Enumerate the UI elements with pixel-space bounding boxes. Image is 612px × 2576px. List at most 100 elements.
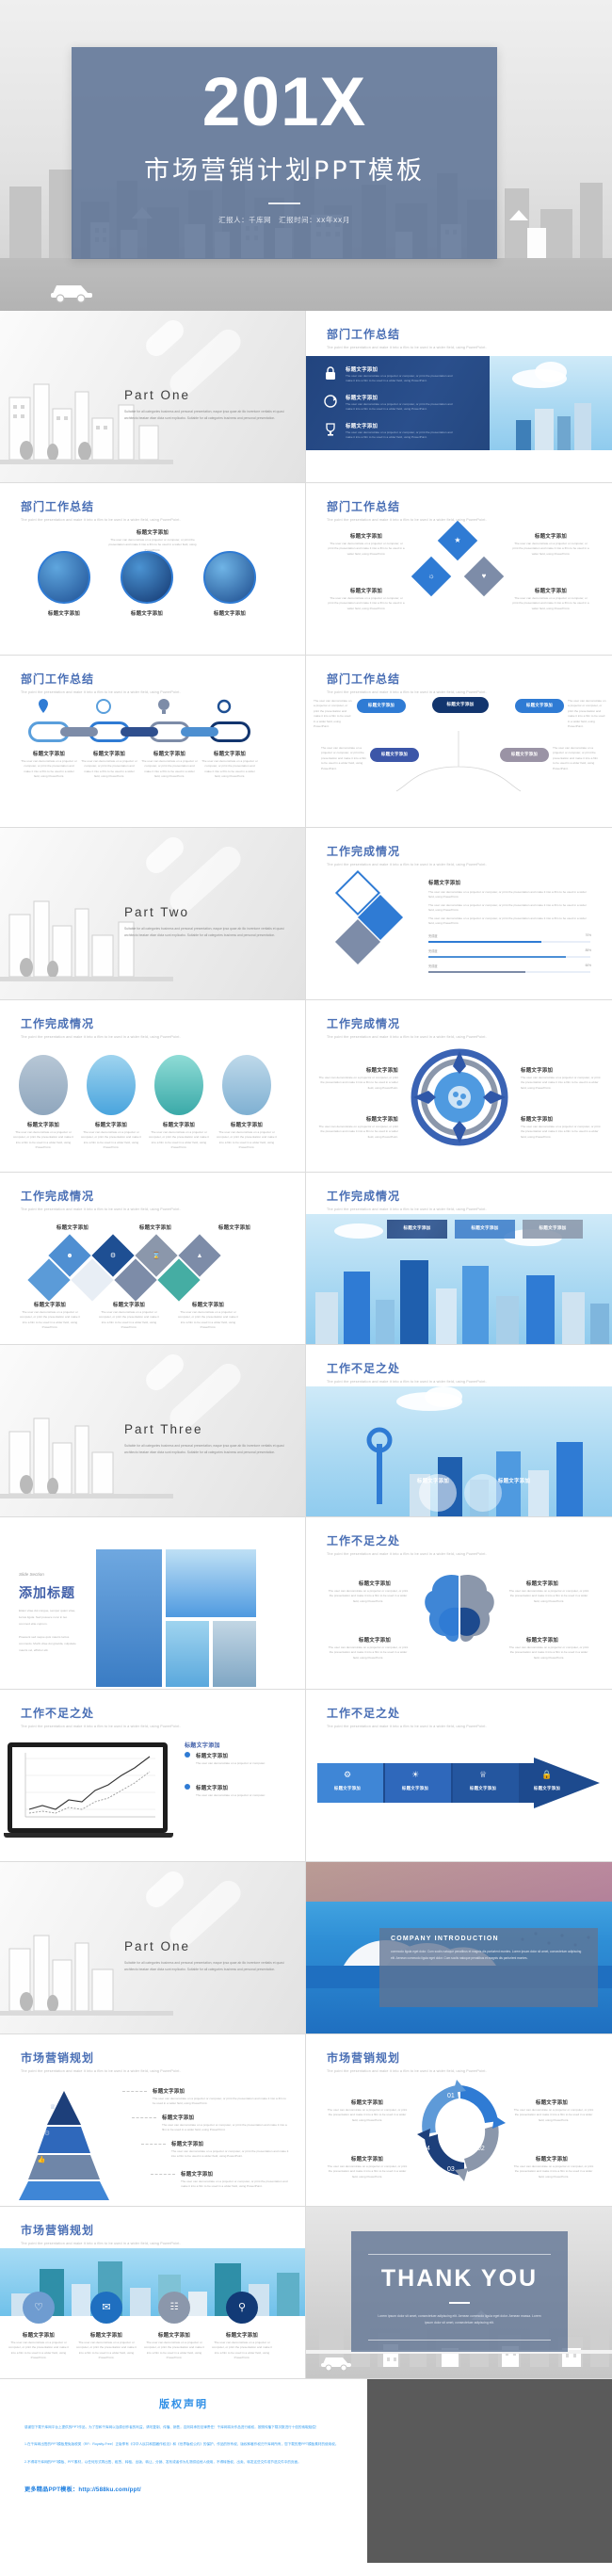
item-body: The user can demonstrate on a projector … (318, 1076, 398, 1090)
item-body: The user can demonstrate on a projector … (327, 2164, 408, 2179)
slide-title: 工作完成情况 (21, 1190, 95, 1203)
item-body: The user can demonstrate on a projector … (328, 596, 405, 610)
arrow-banner (317, 1758, 600, 1808)
cycle-diagram (417, 2080, 506, 2181)
slide-dept-summary-mindmap[interactable]: 部门工作总结 The point the presentation and ma… (306, 656, 612, 828)
item-body: The user can demonstrate on a projector … (162, 2123, 287, 2132)
heart-icon: ♥ (481, 572, 487, 580)
node-body: The user can demonstrate on a projector … (568, 699, 606, 729)
slide-thank-you[interactable]: THANK YOU Lorem ipsum dolor sit amet, co… (306, 2207, 612, 2379)
item-body: The user can demonstrate on a projector … (328, 1645, 409, 1660)
slide-subtitle: The point the presentation and make it i… (327, 1380, 487, 1384)
item-body: The user can demonstrate on a projector … (217, 1130, 277, 1150)
item-title: 标题文字添加 (89, 2333, 123, 2339)
node-label: 标题文字添加 (510, 753, 539, 757)
item-body: The user can demonstrate on a projector … (513, 2108, 594, 2122)
cloud-shape (535, 362, 567, 382)
slide-subtitle: The point the presentation and make it i… (21, 2242, 181, 2245)
slide-title: 工作完成情况 (21, 1017, 95, 1030)
slide-dept-summary-circles[interactable]: 部门工作总结 The point the presentation and ma… (0, 483, 306, 656)
building-shape (315, 1292, 338, 1344)
slide-title: 市场营销规划 (21, 2051, 95, 2065)
progress-label: 完成度 (428, 964, 438, 968)
item-body: The user can demonstrate on a projector … (508, 1645, 589, 1660)
chart-icon: ▲ (196, 1252, 203, 1259)
photo-oval (19, 1055, 68, 1115)
photo-oval (87, 1055, 136, 1115)
divider-body: Suitable for all categories business and… (124, 410, 284, 420)
slide-header: 市场营销规划 The point the presentation and ma… (21, 2049, 181, 2073)
progress-label: 完成度 (428, 934, 438, 938)
item-body: The user can demonstrate on a projector … (21, 759, 77, 779)
item-body: The user can demonstrate on a projector … (318, 1125, 398, 1139)
slide-work-complete-city[interactable]: 工作完成情况 The point the presentation and ma… (306, 1173, 612, 1345)
thanks-title: THANK YOU (380, 2265, 539, 2292)
item-title: 标题文字添加 (56, 1225, 89, 1231)
progress-value: 60% (585, 964, 591, 967)
slide-header: 工作不足之处 The point the presentation and ma… (327, 1705, 487, 1728)
slide-work-gap-brain[interactable]: 工作不足之处 The point the presentation and ma… (306, 1517, 612, 1690)
node-body: The user can demonstrate on a projector … (553, 746, 598, 770)
item-title: 标题文字添加 (138, 1225, 172, 1231)
item-title: 标题文字添加 (497, 1479, 531, 1484)
slide-title: 部门工作总结 (327, 672, 401, 686)
slide-dept-summary-icons[interactable]: 部门工作总结 The point the presentation and ma… (306, 311, 612, 483)
item-body: The user can demonstrate on a projector … (181, 2179, 288, 2189)
copyright-paragraph-2: 1.在千库网出售的PPT模板是免版税类（RF：Royalty-Free）正版享有… (24, 2442, 339, 2447)
slide-subtitle: The point the presentation and make it i… (327, 2069, 487, 2073)
item-body: The user can demonstrate on a projector … (327, 2108, 408, 2122)
bullet-dot (185, 1784, 190, 1790)
item-body: The user can demonstrate on a projector … (76, 2341, 137, 2360)
bulb-icon (158, 699, 169, 714)
slide-subtitle: The point the presentation and make it i… (327, 863, 487, 867)
slide-part-two-divider[interactable]: Part Two Suitable for all categories bus… (0, 828, 306, 1000)
item-title: 标题文字添加 (525, 1581, 559, 1587)
slide-add-title[interactable]: Slide Section 添加标题 Etiam vitae dui congu… (0, 1517, 306, 1690)
slide-market-plan-icons[interactable]: 市场营销规划 The point the presentation and ma… (0, 2207, 306, 2379)
slide-market-plan-cycle[interactable]: 市场营销规划 The point the presentation and ma… (306, 2034, 612, 2207)
building-shape (130, 2288, 151, 2316)
cloud-shape (425, 1386, 462, 1407)
slide-header: 工作完成情况 The point the presentation and ma… (327, 843, 487, 867)
slide-work-complete-bars[interactable]: 工作完成情况 The point the presentation and ma… (306, 828, 612, 1000)
gear-icon (217, 699, 232, 714)
item-title: 标题文字添加 (157, 2333, 191, 2339)
item-title: 标题文字添加 (521, 1117, 554, 1123)
slide-work-gap-chart[interactable]: 工作不足之处 The point the presentation and ma… (0, 1690, 306, 1862)
slide-title: 部门工作总结 (21, 500, 95, 513)
slide-header: 工作不足之处 The point the presentation and ma… (21, 1705, 181, 1728)
slide-part-three-divider[interactable]: Part Three Suitable for all categories b… (0, 1345, 306, 1517)
sunset-band (306, 1862, 612, 1902)
divider-body: Suitable for all categories business and… (124, 1444, 284, 1454)
chain-connector (60, 727, 98, 737)
slide-dept-summary-chain[interactable]: 部门工作总结 The point the presentation and ma… (0, 656, 306, 828)
slide-company-intro[interactable]: COMPANY INTRODUCTION commodo ligula eget… (306, 1862, 612, 2034)
slide-work-gap-arrow[interactable]: 工作不足之处 The point the presentation and ma… (306, 1690, 612, 1862)
photo-circle (38, 551, 90, 604)
item-body: The user can demonstrate on a projector … (513, 2164, 594, 2179)
slide-dept-summary-diamonds[interactable]: 部门工作总结 The point the presentation and ma… (306, 483, 612, 656)
item-title: 标题文字添加 (230, 1123, 264, 1128)
slide-work-gap-city[interactable]: 工作不足之处 The point the presentation and ma… (306, 1345, 612, 1517)
mail-icon: ✉ (102, 2301, 111, 2313)
thanks-body: Lorem ipsum dolor sit amet, consectetuer… (378, 2314, 541, 2325)
slide-work-complete-grid[interactable]: 工作完成情况 The point the presentation and ma… (0, 1173, 306, 1345)
copyright-url[interactable]: 更多精品PPT模板：http://588ku.com/ppt/ (24, 2485, 343, 2493)
user-icon: ☻ (66, 1252, 73, 1259)
slide-market-plan-pyramid[interactable]: 市场营销规划 The point the presentation and ma… (0, 2034, 306, 2207)
cover-subtitle: 市场营销计划PPT模板 (143, 156, 426, 186)
slide-part-one-divider[interactable]: Part One Suitable for all categories bus… (0, 311, 306, 483)
item-title: 标题文字添加 (358, 1581, 392, 1587)
slide-header: 工作完成情况 The point the presentation and ma… (21, 1015, 181, 1039)
slide-subtitle: The point the presentation and make it i… (21, 1207, 181, 1211)
copyright-paragraph-1: 感谢您下载千库网平台上提供的PPT作品，为了您和千库网以及原创作者的利益，请勿复… (24, 2425, 319, 2429)
photo-tile (166, 1549, 256, 1617)
item-title: 标题文字添加 (153, 752, 186, 757)
copyright-right-fill (367, 2379, 612, 2563)
slide-work-complete-target[interactable]: 工作完成情况 The point the presentation and ma… (306, 1000, 612, 1173)
thumbsup-icon: 👍 (37, 2156, 46, 2163)
item-body: The user can demonstrate on a projector … (81, 1130, 141, 1150)
slide-part-four-divider[interactable]: Part One Suitable for all categories bus… (0, 1862, 306, 2034)
slide-work-complete-ovals[interactable]: 工作完成情况 The point the presentation and ma… (0, 1000, 306, 1173)
item-title: 标题文字添加 (365, 1068, 398, 1074)
